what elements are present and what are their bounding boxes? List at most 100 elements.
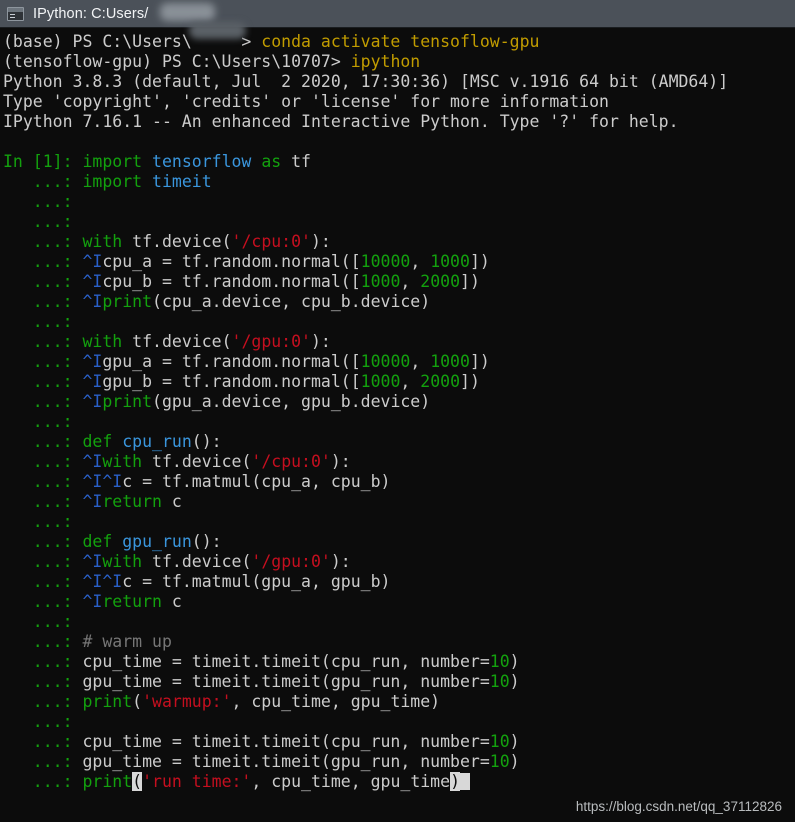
code-line: ...: [3,612,795,632]
code-token: tf.device( [122,232,232,251]
prompt-continuation: ...: [3,472,83,491]
code-line: ...: ^I^Ic = tf.matmul(cpu_a, cpu_b) [3,472,795,492]
code-line: ...: ^Iprint(gpu_a.device, gpu_b.device) [3,392,795,412]
prompt-continuation: ...: [3,372,83,391]
code-line: ...: with tf.device('/cpu:0'): [3,232,795,252]
code-token: c = tf.matmul(gpu_a, gpu_b) [122,572,391,591]
code-token: with [102,552,143,571]
prompt-continuation: ...: [3,552,83,571]
code-token: ]) [469,252,490,271]
code-token: cpu_time = timeit.timeit(cpu_run, number… [82,732,490,751]
code-line: ...: [3,512,795,532]
prompt-path-1: PS C:\Users\ [62,32,192,51]
prompt-continuation: ...: [3,612,83,631]
watermark-url: https://blog.csdn.net/qq_37112826 [575,799,782,814]
ipython-input-cell[interactable]: In [1]: import tensorflow as tf ...: imp… [3,152,795,792]
code-token: ^I [82,252,103,271]
code-token: with [82,232,123,251]
code-token: # warm up [82,632,172,651]
code-token: tf.device( [142,452,252,471]
prompt-continuation: ...: [3,492,83,511]
prompt-continuation: ...: [3,712,83,731]
code-token: tf.device( [142,552,252,571]
code-line: ...: ^Ireturn c [3,592,795,612]
prompt-continuation: ...: [3,452,83,471]
code-line: In [1]: import tensorflow as tf [3,152,795,172]
prompt-continuation: ...: [3,652,83,671]
code-token: (): [191,532,222,551]
code-token: return [102,492,162,511]
code-token: import [82,152,153,171]
code-token: ): [330,552,351,571]
code-token: ) [509,752,520,771]
code-token: gpu_a = tf.random.normal([ [102,352,361,371]
prompt-continuation: ...: [3,192,83,211]
code-token: '/gpu:0' [231,332,311,351]
code-token: c = tf.matmul(cpu_a, cpu_b) [122,472,391,491]
code-line: ...: cpu_time = timeit.timeit(cpu_run, n… [3,652,795,672]
code-line: ...: cpu_time = timeit.timeit(cpu_run, n… [3,732,795,752]
banner-line-2: IPython 7.16.1 -- An enhanced Interactiv… [3,112,679,131]
code-line: ...: ^Iprint(cpu_a.device, cpu_b.device) [3,292,795,312]
window-titlebar[interactable]: IPython: C:Users/ [0,0,795,28]
code-token: 10 [489,732,510,751]
command-conda-activate: conda activate tensoflow-gpu [261,32,540,51]
code-token: cpu_run [122,432,192,451]
code-token: c [161,592,182,611]
code-token: def [82,532,113,551]
code-token: print [102,292,153,311]
code-line: ...: ^Icpu_a = tf.random.normal([10000, … [3,252,795,272]
code-token: ^I [82,272,103,291]
code-line: ...: def gpu_run(): [3,532,795,552]
prompt-continuation: ...: [3,432,83,451]
code-token: def [82,432,113,451]
prompt-continuation: ...: [3,572,83,591]
code-token: 2000 [420,272,461,291]
terminal-icon [7,6,24,21]
code-token: , [410,252,431,271]
code-line: ...: [3,212,795,232]
code-token: 1000 [360,272,401,291]
code-token: '/cpu:0' [251,452,331,471]
terminal-output[interactable]: (base) PS C:\Users\10707> conda activate… [0,28,795,822]
code-token: as [261,152,282,171]
code-line: ...: with tf.device('/gpu:0'): [3,332,795,352]
code-token: ^I [82,372,103,391]
code-line: ...: [3,312,795,332]
code-line: ...: [3,192,795,212]
code-token: ) [509,732,520,751]
code-token: cpu_time = timeit.timeit(cpu_run, number… [82,652,490,671]
prompt-continuation: ...: [3,172,83,191]
redacted-user-1: 10707 [192,32,242,52]
code-token: ]) [460,372,480,391]
code-token: ^I [82,292,103,311]
code-line: ...: ^I^Ic = tf.matmul(gpu_a, gpu_b) [3,572,795,592]
code-token: timeit [152,172,212,191]
prompt-continuation: ...: [3,632,83,651]
code-token: print [82,772,133,791]
code-token: 1000 [430,352,470,371]
code-line: ...: ^Ireturn c [3,492,795,512]
code-token: c [161,492,182,511]
code-token: 10 [489,652,510,671]
prompt-continuation: ...: [3,272,83,291]
code-token: ]) [460,272,480,291]
prompt-continuation: ...: [3,752,83,771]
conda-env-tf: (tensoflow-gpu) [3,52,153,71]
window-title: IPython: C:Users/ [33,5,149,22]
code-token: ^I^I [82,572,123,591]
code-line: ...: ^Iwith tf.device('/gpu:0'): [3,552,795,572]
prompt-continuation: ...: [3,592,83,611]
code-line: ...: # warm up [3,632,795,652]
code-token: return [102,592,162,611]
code-token: ) [509,672,520,691]
prompt-continuation: ...: [3,252,83,271]
code-token: gpu_time = timeit.timeit(gpu_run, number… [82,672,490,691]
prompt-continuation: ...: [3,212,83,231]
code-line: ...: ^Iwith tf.device('/cpu:0'): [3,452,795,472]
code-line: ...: print('warmup:', cpu_time, gpu_time… [3,692,795,712]
code-token: ^I [82,452,103,471]
code-line: ...: ^Igpu_a = tf.random.normal([10000, … [3,352,795,372]
